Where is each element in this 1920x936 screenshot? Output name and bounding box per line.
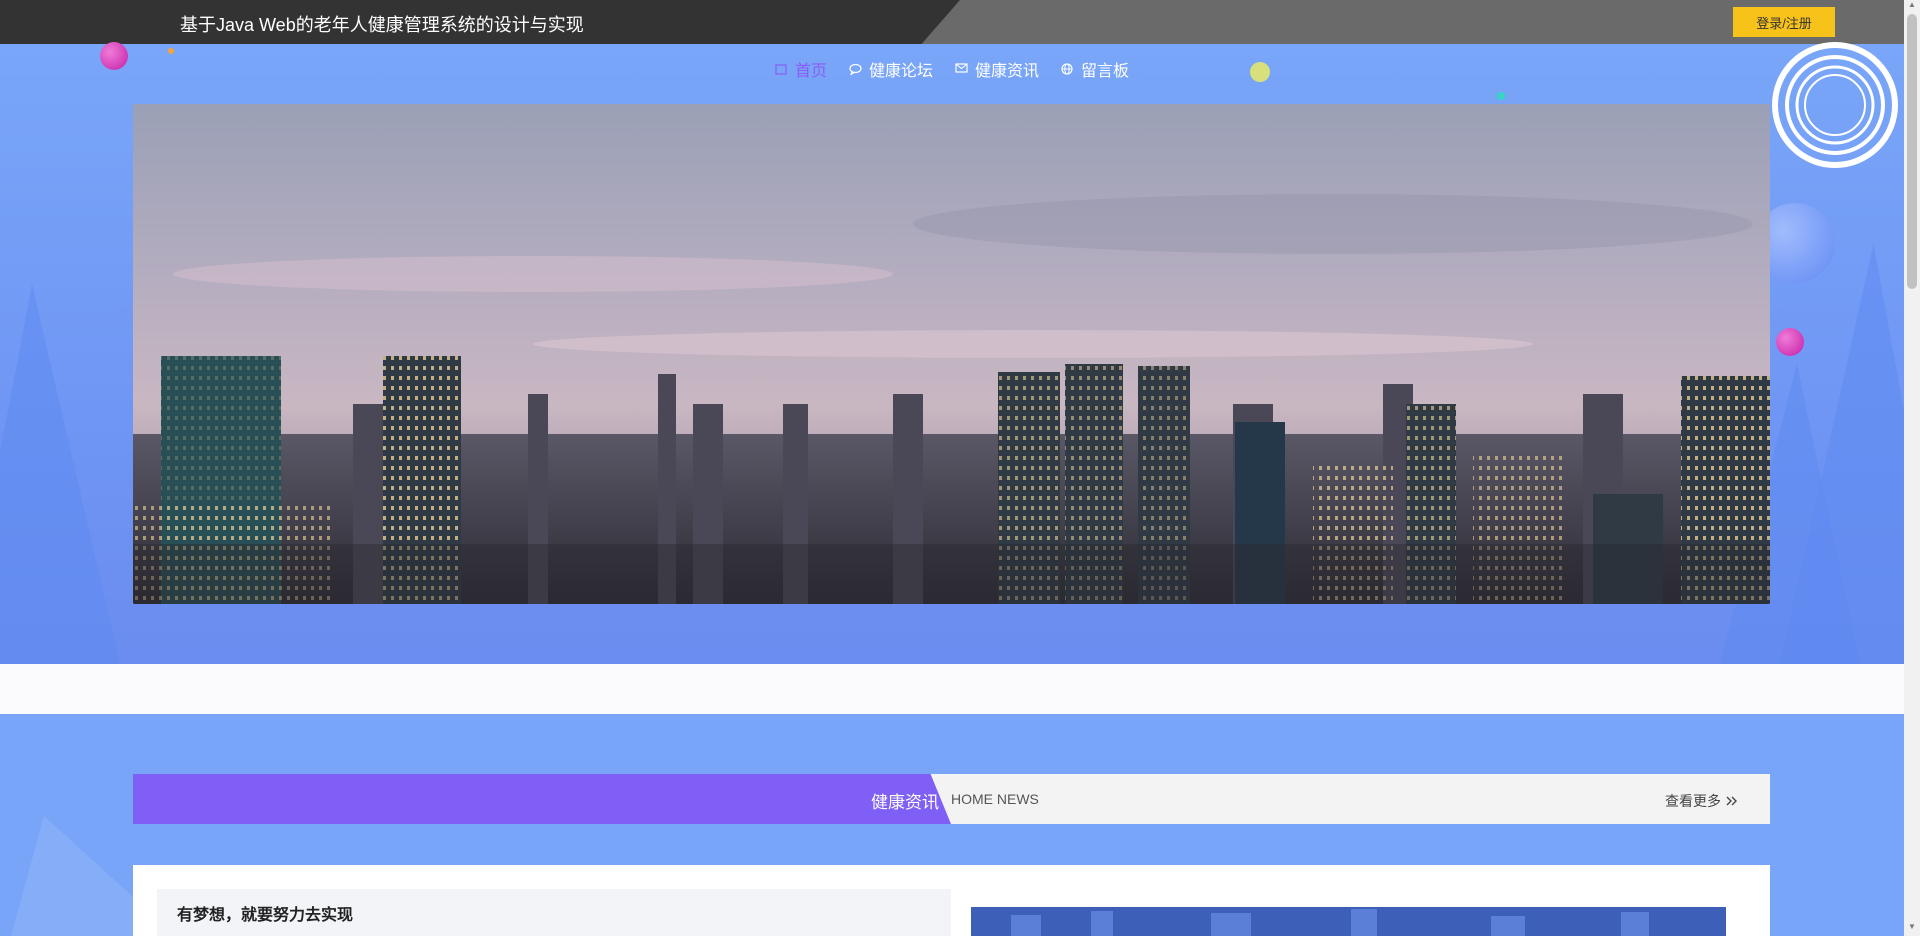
globe-icon bbox=[1061, 63, 1073, 75]
scroll-up-icon[interactable]: ▲ bbox=[1904, 0, 1920, 14]
login-register-button[interactable]: 登录/注册 bbox=[1733, 7, 1835, 37]
view-more-link[interactable]: 查看更多 bbox=[1665, 791, 1738, 811]
scroll-down-icon[interactable]: ▼ bbox=[1904, 922, 1920, 936]
news-section-title: 健康资讯 bbox=[871, 793, 939, 812]
nav-item-forum[interactable]: 健康论坛 bbox=[849, 57, 933, 81]
news-section-header: 健康资讯 HOME NEWS 查看更多 bbox=[133, 774, 1770, 824]
nav-item-label: 健康论坛 bbox=[868, 63, 933, 80]
news-section-header-accent bbox=[133, 774, 951, 824]
nav-item-label: 首页 bbox=[794, 63, 827, 80]
news-card-image[interactable] bbox=[971, 907, 1726, 936]
city-skyline-image bbox=[133, 104, 1770, 604]
page-scrollbar[interactable]: ▲ ▼ bbox=[1904, 0, 1920, 936]
view-more-label: 查看更多 bbox=[1665, 793, 1721, 809]
decor-ball-teal bbox=[1497, 92, 1505, 100]
news-card-title-box: 有梦想，就要努力去实现 bbox=[157, 889, 951, 936]
news-card[interactable]: 有梦想，就要努力去实现 bbox=[133, 865, 1770, 936]
nav-item-label: 留言板 bbox=[1081, 63, 1130, 80]
news-card-title: 有梦想，就要努力去实现 bbox=[177, 907, 354, 924]
decor-ball-magenta-right bbox=[1776, 328, 1804, 356]
chat-icon bbox=[849, 63, 862, 76]
news-section-subtitle: HOME NEWS bbox=[951, 791, 1039, 807]
carousel-banner[interactable] bbox=[133, 104, 1770, 604]
site-title: 基于Java Web的老年人健康管理系统的设计与实现 bbox=[180, 15, 584, 35]
nav-item-message-board[interactable]: 留言板 bbox=[1061, 57, 1129, 81]
home-icon bbox=[775, 63, 787, 75]
main-nav: 首页 健康论坛 健康资讯 留言板 bbox=[0, 57, 1904, 81]
scrollbar-thumb[interactable] bbox=[1907, 14, 1917, 289]
decor-mountain-left bbox=[0, 284, 120, 664]
double-chevron-right-icon bbox=[1726, 793, 1738, 809]
nav-item-news[interactable]: 健康资讯 bbox=[955, 57, 1039, 81]
mail-icon bbox=[955, 63, 968, 75]
nav-item-label: 健康资讯 bbox=[975, 63, 1040, 80]
divider-band bbox=[0, 664, 1904, 714]
decor-ball-orange bbox=[168, 48, 174, 54]
nav-item-home[interactable]: 首页 bbox=[775, 57, 827, 81]
top-bar: 基于Java Web的老年人健康管理系统的设计与实现 登录/注册 bbox=[0, 0, 1904, 44]
